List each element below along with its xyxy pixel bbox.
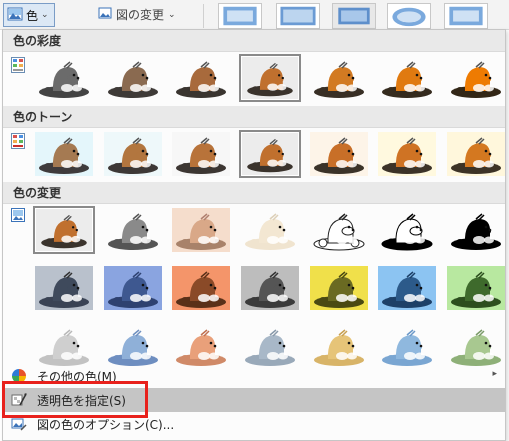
selection-frame — [241, 132, 299, 176]
more-colors-menu-item[interactable]: その他の色(M) ▸ — [3, 364, 505, 388]
recolor-thumbnail[interactable] — [308, 322, 370, 370]
recolor-thumbnail[interactable] — [308, 206, 370, 254]
tone-thumbnail[interactable] — [102, 130, 164, 178]
chevron-down-icon: ⌄ — [168, 9, 176, 20]
selection-frame — [35, 208, 93, 252]
picture-style-thumb[interactable] — [444, 3, 488, 29]
picture-color-options-label: 図の色のオプション(C)... — [37, 417, 175, 432]
recolor-thumbnail[interactable] — [33, 206, 95, 254]
saturation-thumbnail[interactable] — [308, 54, 370, 102]
recolor-thumbnail[interactable] — [170, 322, 232, 370]
tone-thumbnail[interactable] — [376, 130, 438, 178]
more-colors-label: その他の色(M) — [37, 369, 117, 384]
change-picture-label: 図の変更 — [116, 8, 165, 22]
set-transparent-color-menu-item[interactable]: 透明色を指定(S) — [3, 388, 505, 412]
picture-color-icon — [7, 6, 23, 25]
set-transparent-color-icon — [11, 392, 27, 408]
saturation-thumbnail[interactable] — [33, 54, 95, 102]
ribbon-divider — [203, 4, 204, 28]
picture-style-thumb[interactable] — [387, 3, 431, 29]
tone-thumbnail[interactable] — [33, 130, 95, 178]
recolor-thumbnail[interactable] — [239, 206, 301, 254]
recolor-thumbnail[interactable] — [445, 206, 507, 254]
section-header-recolor: 色の変更 — [3, 182, 505, 204]
section-header-tone: 色のトーン — [3, 106, 505, 128]
ribbon: 色 ⌄ 図の変更 ⌄ — [0, 0, 509, 30]
recolor-thumbnail[interactable] — [239, 322, 301, 370]
color-dropdown-panel: 色の彩度 色のトーン 色の変更 その他の色(M) ▸ 透明色を指定(S) 図の色… — [2, 29, 506, 441]
change-picture-icon — [98, 6, 112, 23]
recolor-thumbnail[interactable] — [445, 322, 507, 370]
recolor-thumbnail[interactable] — [33, 264, 95, 312]
tone-thumbnail[interactable] — [170, 130, 232, 178]
chevron-down-icon: ⌄ — [41, 10, 49, 20]
selection-frame — [241, 56, 299, 100]
submenu-arrow-icon: ▸ — [492, 369, 497, 379]
saturation-thumbnail[interactable] — [102, 54, 164, 102]
saturation-thumbnail[interactable] — [445, 54, 507, 102]
recolor-thumbnail[interactable] — [376, 206, 438, 254]
saturation-thumbnail[interactable] — [376, 54, 438, 102]
tone-icon — [11, 133, 25, 149]
change-picture-button[interactable]: 図の変更 ⌄ — [98, 6, 176, 23]
saturation-thumbnail[interactable] — [239, 54, 301, 102]
color-button-label: 色 — [26, 8, 39, 23]
picture-color-options-icon — [11, 416, 27, 432]
recolor-thumbnail[interactable] — [239, 264, 301, 312]
picture-style-thumb[interactable] — [276, 3, 320, 29]
recolor-thumbnail[interactable] — [308, 264, 370, 312]
tone-thumbnail[interactable] — [445, 130, 507, 178]
saturation-icon — [11, 57, 25, 73]
recolor-thumbnail[interactable] — [376, 322, 438, 370]
recolor-thumbnail[interactable] — [376, 264, 438, 312]
recolor-thumbnail[interactable] — [102, 206, 164, 254]
recolor-thumbnail[interactable] — [170, 206, 232, 254]
recolor-thumbnail[interactable] — [33, 322, 95, 370]
picture-style-thumb[interactable] — [218, 3, 262, 29]
picture-color-options-menu-item[interactable]: 図の色のオプション(C)... — [3, 412, 505, 436]
recolor-thumbnail[interactable] — [102, 322, 164, 370]
recolor-thumbnail[interactable] — [445, 264, 507, 312]
color-wheel-icon — [11, 368, 27, 384]
recolor-icon — [11, 208, 25, 224]
color-button[interactable]: 色 ⌄ — [3, 3, 55, 27]
tone-thumbnail[interactable] — [239, 130, 301, 178]
recolor-thumbnail[interactable] — [170, 264, 232, 312]
set-transparent-color-label: 透明色を指定(S) — [37, 393, 126, 408]
recolor-thumbnail[interactable] — [102, 264, 164, 312]
picture-style-thumb[interactable] — [332, 3, 376, 29]
saturation-thumbnail[interactable] — [170, 54, 232, 102]
section-header-saturation: 色の彩度 — [3, 30, 505, 52]
tone-thumbnail[interactable] — [308, 130, 370, 178]
